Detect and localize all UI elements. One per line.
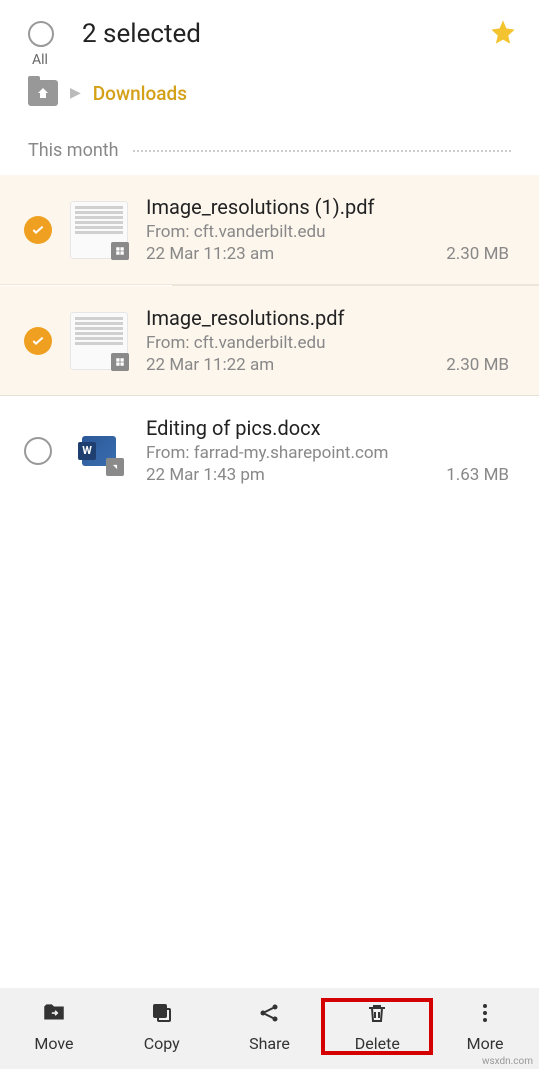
breadcrumb: ▶ Downloads: [0, 56, 539, 114]
file-size: 2.30 MB: [446, 355, 513, 375]
move-button[interactable]: Move: [0, 1000, 108, 1053]
file-row[interactable]: Image_resolutions.pdf From: cft.vanderbi…: [0, 286, 539, 395]
section-label: This month: [28, 140, 119, 161]
copy-button[interactable]: Copy: [108, 1000, 216, 1053]
file-date: 22 Mar 11:23 am: [146, 244, 274, 264]
file-checkbox[interactable]: [24, 327, 52, 355]
section-header: This month: [0, 114, 539, 175]
watermark: wsxdn.com: [482, 1056, 533, 1067]
file-source: From: farrad-my.sharepoint.com: [146, 443, 513, 463]
file-info: Editing of pics.docx From: farrad-my.sha…: [146, 416, 513, 485]
move-label: Move: [34, 1034, 73, 1053]
home-folder-icon[interactable]: [28, 80, 58, 106]
move-icon: [41, 1000, 67, 1026]
pdf-thumbnail-icon: [70, 312, 128, 370]
file-row[interactable]: Image_resolutions (1).pdf From: cft.vand…: [0, 175, 539, 285]
file-name: Editing of pics.docx: [146, 416, 513, 440]
more-label: More: [467, 1034, 504, 1053]
file-source: From: cft.vanderbilt.edu: [146, 222, 513, 242]
file-name: Image_resolutions.pdf: [146, 306, 513, 330]
file-info: Image_resolutions.pdf From: cft.vanderbi…: [146, 306, 513, 375]
pdf-thumbnail-icon: [70, 201, 128, 259]
copy-icon: [149, 1000, 175, 1026]
favorite-icon[interactable]: [489, 18, 517, 50]
copy-label: Copy: [144, 1034, 180, 1053]
file-source: From: cft.vanderbilt.edu: [146, 333, 513, 353]
file-name: Image_resolutions (1).pdf: [146, 195, 513, 219]
trash-icon: [364, 1000, 390, 1026]
header: 2 selected: [0, 0, 539, 56]
delete-label: Delete: [355, 1034, 400, 1053]
chevron-right-icon: ▶: [70, 85, 81, 101]
file-size: 1.63 MB: [446, 465, 513, 485]
file-date: 22 Mar 1:43 pm: [146, 465, 265, 485]
selection-count: 2 selected: [82, 19, 489, 49]
file-date: 22 Mar 11:22 am: [146, 355, 274, 375]
file-info: Image_resolutions (1).pdf From: cft.vand…: [146, 195, 513, 264]
share-button[interactable]: Share: [216, 1000, 324, 1053]
delete-button[interactable]: Delete: [323, 1000, 431, 1053]
section-divider: [133, 150, 511, 152]
share-icon: [256, 1000, 282, 1026]
select-all-label: All: [32, 52, 48, 68]
file-row[interactable]: W Editing of pics.docx From: farrad-my.s…: [0, 396, 539, 505]
file-list: Image_resolutions (1).pdf From: cft.vand…: [0, 175, 539, 988]
bottom-action-bar: Move Copy Share Delete More: [0, 988, 539, 1069]
more-button[interactable]: More: [431, 1000, 539, 1053]
file-checkbox[interactable]: [24, 437, 52, 465]
breadcrumb-current[interactable]: Downloads: [93, 82, 187, 105]
docx-thumbnail-icon: W: [70, 422, 128, 480]
select-all-toggle[interactable]: [28, 21, 54, 47]
more-icon: [472, 1000, 498, 1026]
file-size: 2.30 MB: [446, 244, 513, 264]
share-label: Share: [249, 1034, 290, 1053]
file-checkbox[interactable]: [24, 216, 52, 244]
